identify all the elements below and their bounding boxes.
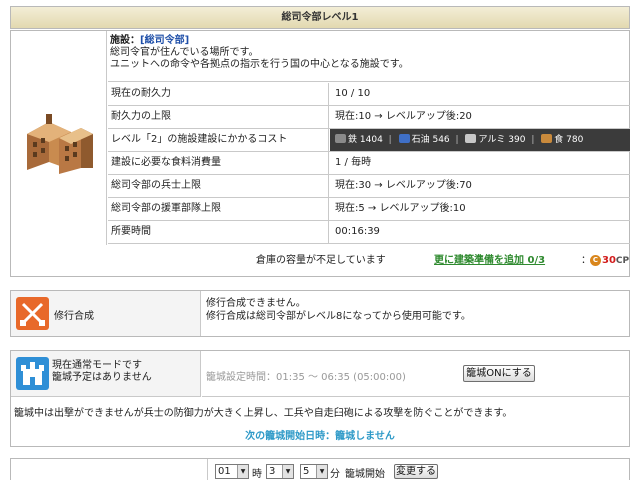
stat-label: 建設に必要な食料消費量 <box>108 152 329 174</box>
facility-desc-line-2: ユニットへの命令や各拠点の指示を行う国の中心となる施設です。 <box>110 59 409 70</box>
stat-row-reinforcement-limit: 総司令部の援軍部隊上限 現在:5 → レベルアップ後:10 <box>108 198 630 221</box>
cp-coin-icon: C <box>590 255 601 266</box>
oil-label: 石油 <box>411 135 430 145</box>
schedule-left-cell <box>11 459 208 480</box>
hour-select[interactable]: 01 ▼ <box>215 464 249 479</box>
stat-value: 00:16:39 <box>335 226 380 237</box>
stat-row-food-consumption: 建設に必要な食料消費量 1 / 毎時 <box>108 152 630 175</box>
siege-on-button[interactable]: 籠城ONにする <box>463 365 535 382</box>
training-header: 修行合成 <box>11 291 201 336</box>
cost-food: 食 780 <box>541 129 583 151</box>
facility-desc-line-1: 総司令官が住んでいる場所です。 <box>110 47 259 58</box>
siege-time: 籠城設定時間：01:35 〜 06:35 (05:00:00) <box>206 368 406 383</box>
headquarters-building-icon <box>27 114 93 174</box>
stat-value: 現在:30 → レベルアップ後:70 <box>335 180 472 191</box>
facility-footer: 倉庫の容量が不足しています 更に建築準備を追加 0/3 ： C 30CP <box>11 245 631 276</box>
training-panel: 修行合成 修行合成できません。 修行合成は総司令部がレベル8になってから使用可能… <box>10 290 630 337</box>
siege-schedule-panel: 01 ▼ 時 3 ▼ 5 ▼ 分 籠城開始 変更する <box>10 458 630 480</box>
stat-label: レベル「2」の施設建設にかかるコスト <box>108 129 329 151</box>
minute-ones-select[interactable]: 5 ▼ <box>300 464 328 479</box>
cp-cost: 30CP <box>602 245 629 277</box>
training-line-2: 修行合成は総司令部がレベル8になってから使用可能です。 <box>206 311 471 322</box>
chevron-down-icon: ▼ <box>282 465 293 478</box>
cost-iron: 鉄 1404 <box>335 129 383 151</box>
add-build-queue-link[interactable]: 更に建築準備を追加 0/3 <box>434 245 545 276</box>
stat-label: 総司令部の兵士上限 <box>108 175 329 197</box>
facility-name: [総司令部] <box>140 35 190 46</box>
minute-ones-value: 5 <box>303 466 310 477</box>
stat-label: 総司令部の援軍部隊上限 <box>108 198 329 220</box>
siege-start-label: 籠城開始 <box>345 469 385 480</box>
page-title: 総司令部レベル1 <box>10 6 630 29</box>
cp-value: 30 <box>602 255 616 266</box>
siege-status: 現在通常モードです 籠城予定はありません <box>52 360 152 384</box>
hour-label: 時 <box>252 469 262 480</box>
iron-label: 鉄 <box>348 135 358 145</box>
next-siege-datetime: 次の籠城開始日時：籠城しません <box>245 431 395 442</box>
facility-description: 施設：[総司令部] 総司令官が住んでいる場所です。 ユニットへの命令や各拠点の指… <box>108 31 630 82</box>
siege-info: 籠城中は出撃ができませんが兵士の防御力が大きく上昇し、工兵や自走臼砲による攻撃を… <box>14 408 513 419</box>
minute-tens-value: 3 <box>269 466 276 477</box>
cost-separator: | <box>388 135 392 145</box>
siege-status-line-1: 現在通常モードです <box>52 360 142 371</box>
cp-unit: CP <box>615 256 630 266</box>
siege-panel: 現在通常モードです 籠城予定はありません 籠城設定時間：01:35 〜 06:3… <box>10 350 630 447</box>
stat-row-soldier-limit: 総司令部の兵士上限 現在:30 → レベルアップ後:70 <box>108 175 630 198</box>
facility-image-cell <box>11 31 107 245</box>
oil-amount: 546 <box>432 135 450 145</box>
oil-icon <box>398 134 410 143</box>
crossed-guns-icon <box>16 297 49 330</box>
iron-amount: 1404 <box>359 135 383 145</box>
facility-panel: 施設：[総司令部] 総司令官が住んでいる場所です。 ユニットへの命令や各拠点の指… <box>10 30 630 277</box>
stat-label: 耐久力の上限 <box>108 106 329 128</box>
stat-label: 現在の耐久力 <box>108 83 329 105</box>
training-line-1: 修行合成できません。 <box>206 298 306 309</box>
siege-time-cell: 籠城設定時間：01:35 〜 06:35 (05:00:00) 籠城ONにする <box>202 351 630 397</box>
siege-time-value: 01:35 〜 06:35 (05:00:00) <box>276 372 406 383</box>
facility-name-line: 施設：[総司令部] <box>110 35 628 47</box>
aluminum-icon <box>465 134 477 143</box>
hour-value: 01 <box>218 466 231 477</box>
storage-warning: 倉庫の容量が不足しています <box>256 255 386 266</box>
stat-value: 10 / 10 <box>335 88 371 99</box>
stat-label: 所要時間 <box>108 221 329 243</box>
stat-row-required-time: 所要時間 00:16:39 <box>108 221 630 244</box>
minute-label: 分 <box>330 469 340 480</box>
stat-row-durability: 現在の耐久力 10 / 10 <box>108 83 630 106</box>
cost-separator: | <box>531 135 535 145</box>
facility-name-label: 施設： <box>110 35 140 46</box>
siege-time-label: 籠城設定時間： <box>206 372 276 383</box>
cost-value: 鉄 1404 | 石油 546 | アルミ 390 | 食 780 <box>330 129 630 151</box>
stat-value: 現在:5 → レベルアップ後:10 <box>335 203 466 214</box>
minute-tens-select[interactable]: 3 ▼ <box>266 464 294 479</box>
chevron-down-icon: ▼ <box>316 465 327 478</box>
aluminum-label: アルミ <box>478 135 506 145</box>
cost-separator: | <box>455 135 459 145</box>
change-button[interactable]: 変更する <box>394 464 438 479</box>
stat-value: 現在:10 → レベルアップ後:20 <box>335 111 472 122</box>
stat-row-cost: レベル「2」の施設建設にかかるコスト 鉄 1404 | 石油 546 | アルミ… <box>108 129 630 152</box>
castle-icon <box>16 357 49 390</box>
cost-oil: 石油 546 <box>398 129 450 151</box>
chevron-down-icon: ▼ <box>237 465 248 478</box>
food-icon <box>541 134 553 143</box>
training-title: 修行合成 <box>54 311 94 322</box>
siege-status-cell: 現在通常モードです 籠城予定はありません <box>11 351 201 397</box>
aluminum-amount: 390 <box>508 135 526 145</box>
food-amount: 780 <box>566 135 584 145</box>
iron-icon <box>335 134 346 143</box>
siege-status-line-2: 籠城予定はありません <box>52 372 152 383</box>
stat-value: 1 / 毎時 <box>335 157 372 168</box>
training-message: 修行合成できません。 修行合成は総司令部がレベル8になってから使用可能です。 <box>202 291 630 323</box>
stat-row-durability-max: 耐久力の上限 現在:10 → レベルアップ後:20 <box>108 106 630 129</box>
cost-aluminum: アルミ 390 <box>465 129 525 151</box>
food-label: 食 <box>554 135 564 145</box>
